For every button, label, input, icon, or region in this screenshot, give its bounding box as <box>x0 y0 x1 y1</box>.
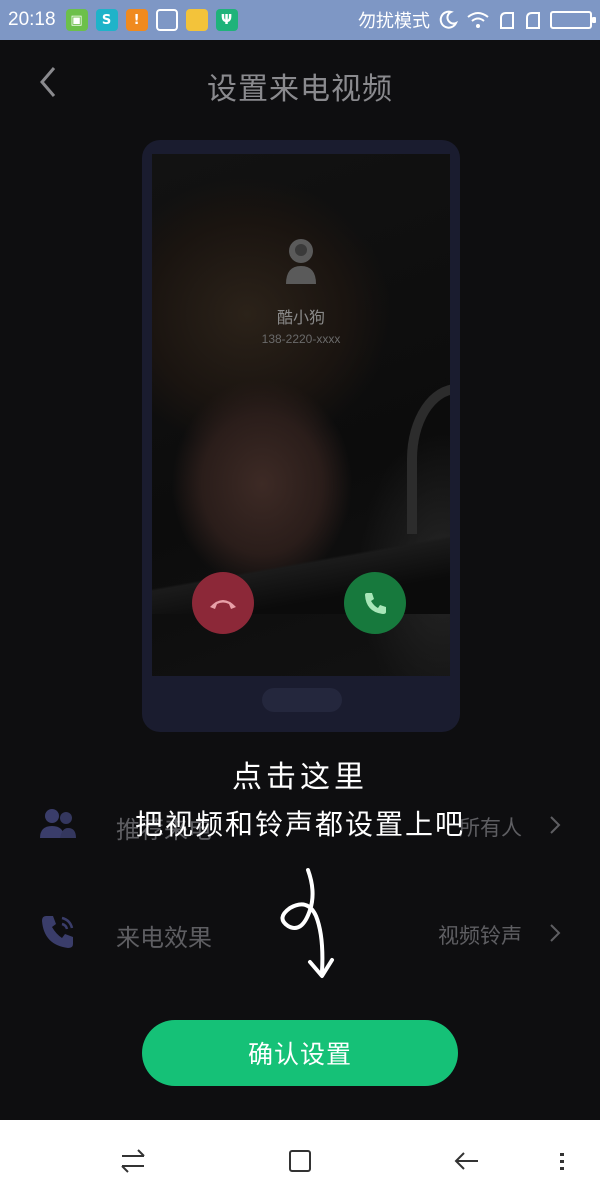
app-icon: ▣ <box>65 9 88 31</box>
confirm-settings-button[interactable]: 确认设置 <box>142 1020 458 1086</box>
signal-icon <box>500 12 514 29</box>
row-value: 视频铃声 <box>438 924 522 948</box>
video-preview[interactable]: 酷小狗 138-2220-xxxx <box>152 154 450 676</box>
page-title: 设置来电视频 <box>207 72 393 107</box>
header: 设置来电视频 <box>0 40 600 124</box>
warning-icon: ! <box>125 9 148 31</box>
brush-icon <box>155 9 178 31</box>
phone-preview[interactable]: 酷小狗 138-2220-xxxx <box>142 140 460 732</box>
moon-icon <box>439 10 458 29</box>
dnd-mode-label: 勿扰模式 <box>358 11 430 32</box>
menu-icon[interactable] <box>552 1144 572 1178</box>
caller-name: 酷小狗 <box>276 308 325 327</box>
navigation-bar <box>0 1120 600 1200</box>
back-icon[interactable] <box>450 1144 484 1178</box>
status-bar: 20:18 ▣ S ! Ψ 勿扰模式 <box>0 0 600 40</box>
phone-home-key <box>262 688 342 712</box>
phone-ringing-icon <box>42 916 74 948</box>
folder-icon <box>185 9 208 31</box>
recent-apps-icon[interactable] <box>116 1144 150 1178</box>
avatar-icon <box>286 239 316 284</box>
home-icon[interactable] <box>283 1144 317 1178</box>
usb-icon: Ψ <box>215 9 238 31</box>
accept-call-button[interactable] <box>344 572 406 634</box>
chevron-right-icon <box>550 924 561 942</box>
phone-icon <box>365 593 386 614</box>
status-time: 20:18 <box>8 9 56 30</box>
wifi-icon <box>467 12 489 28</box>
caller-number: 138-2220-xxxx <box>261 332 341 346</box>
signal-icon <box>526 12 540 29</box>
hint-line-1: 点击这里 <box>232 760 368 795</box>
hang-up-icon <box>210 600 236 609</box>
decline-call-button[interactable] <box>192 572 254 634</box>
sync-icon: S <box>95 9 118 31</box>
hint-line-2: 把视频和铃声都设置上吧 <box>134 808 465 841</box>
row-label: 来电效果 <box>116 924 212 952</box>
battery-icon <box>550 11 596 29</box>
curly-arrow-icon <box>280 868 334 978</box>
